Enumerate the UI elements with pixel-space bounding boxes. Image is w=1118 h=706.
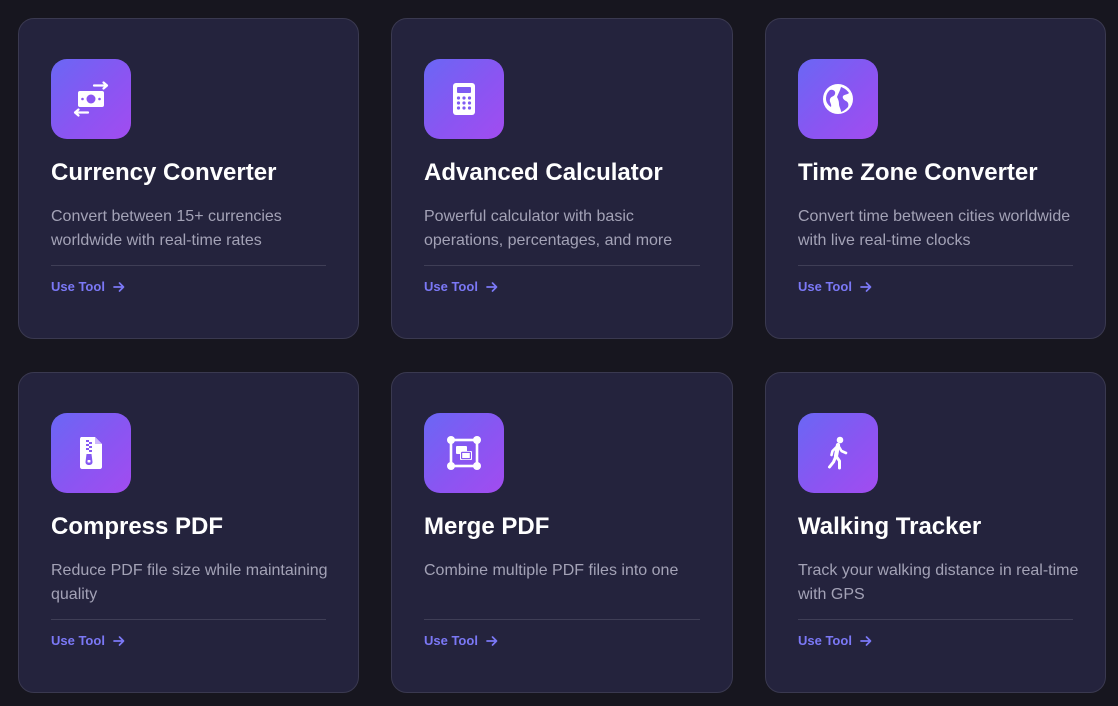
card-title: Merge PDF bbox=[424, 513, 550, 540]
use-tool-label: Use Tool bbox=[798, 633, 852, 648]
card-divider bbox=[798, 265, 1073, 266]
use-tool-label: Use Tool bbox=[51, 279, 105, 294]
card-title: Walking Tracker bbox=[798, 513, 982, 540]
card-description: Convert between 15+ currencies worldwide… bbox=[51, 208, 282, 249]
tool-card-time-zone-converter[interactable]: Time Zone Converter Convert time between… bbox=[765, 18, 1106, 339]
use-tool-link[interactable]: Use Tool bbox=[798, 633, 872, 648]
tool-card-advanced-calculator[interactable]: Advanced Calculator Powerful calculator … bbox=[391, 18, 733, 339]
card-description: Powerful calculator with basic operation… bbox=[424, 208, 673, 249]
arrow-right-icon bbox=[486, 281, 498, 292]
card-divider bbox=[424, 619, 700, 620]
use-tool-label: Use Tool bbox=[798, 279, 852, 294]
card-title: Time Zone Converter bbox=[798, 159, 1038, 186]
globe-icon bbox=[798, 59, 878, 139]
card-divider bbox=[51, 619, 326, 620]
money-exchange-icon bbox=[51, 59, 131, 139]
use-tool-link[interactable]: Use Tool bbox=[798, 279, 872, 294]
tool-card-merge-pdf[interactable]: Merge PDF Combine multiple PDF files int… bbox=[391, 372, 733, 693]
card-divider bbox=[424, 265, 700, 266]
card-description: Track your walking distance in real-time… bbox=[798, 562, 1079, 603]
calculator-icon bbox=[424, 59, 504, 139]
arrow-right-icon bbox=[860, 635, 872, 646]
tool-card-currency-converter[interactable]: Currency Converter Convert between 15+ c… bbox=[18, 18, 359, 339]
arrow-right-icon bbox=[486, 635, 498, 646]
arrow-right-icon bbox=[113, 281, 125, 292]
tools-grid: Currency Converter Convert between 15+ c… bbox=[18, 18, 1106, 693]
walking-person-icon bbox=[798, 413, 878, 493]
use-tool-link[interactable]: Use Tool bbox=[424, 279, 498, 294]
card-description: Reduce PDF file size while maintaining q… bbox=[51, 562, 328, 603]
tool-card-walking-tracker[interactable]: Walking Tracker Track your walking dista… bbox=[765, 372, 1106, 693]
use-tool-link[interactable]: Use Tool bbox=[51, 279, 125, 294]
use-tool-link[interactable]: Use Tool bbox=[424, 633, 498, 648]
tool-card-compress-pdf[interactable]: Compress PDF Reduce PDF file size while … bbox=[18, 372, 359, 693]
card-description: Combine multiple PDF files into one bbox=[424, 562, 679, 579]
card-divider bbox=[798, 619, 1073, 620]
card-divider bbox=[51, 265, 326, 266]
zip-file-icon bbox=[51, 413, 131, 493]
use-tool-link[interactable]: Use Tool bbox=[51, 633, 125, 648]
use-tool-label: Use Tool bbox=[51, 633, 105, 648]
card-title: Advanced Calculator bbox=[424, 159, 663, 186]
arrow-right-icon bbox=[860, 281, 872, 292]
use-tool-label: Use Tool bbox=[424, 279, 478, 294]
use-tool-label: Use Tool bbox=[424, 633, 478, 648]
card-description: Convert time between cities worldwide wi… bbox=[798, 208, 1071, 249]
card-title: Currency Converter bbox=[51, 159, 277, 186]
object-group-icon bbox=[424, 413, 504, 493]
arrow-right-icon bbox=[113, 635, 125, 646]
card-title: Compress PDF bbox=[51, 513, 224, 540]
